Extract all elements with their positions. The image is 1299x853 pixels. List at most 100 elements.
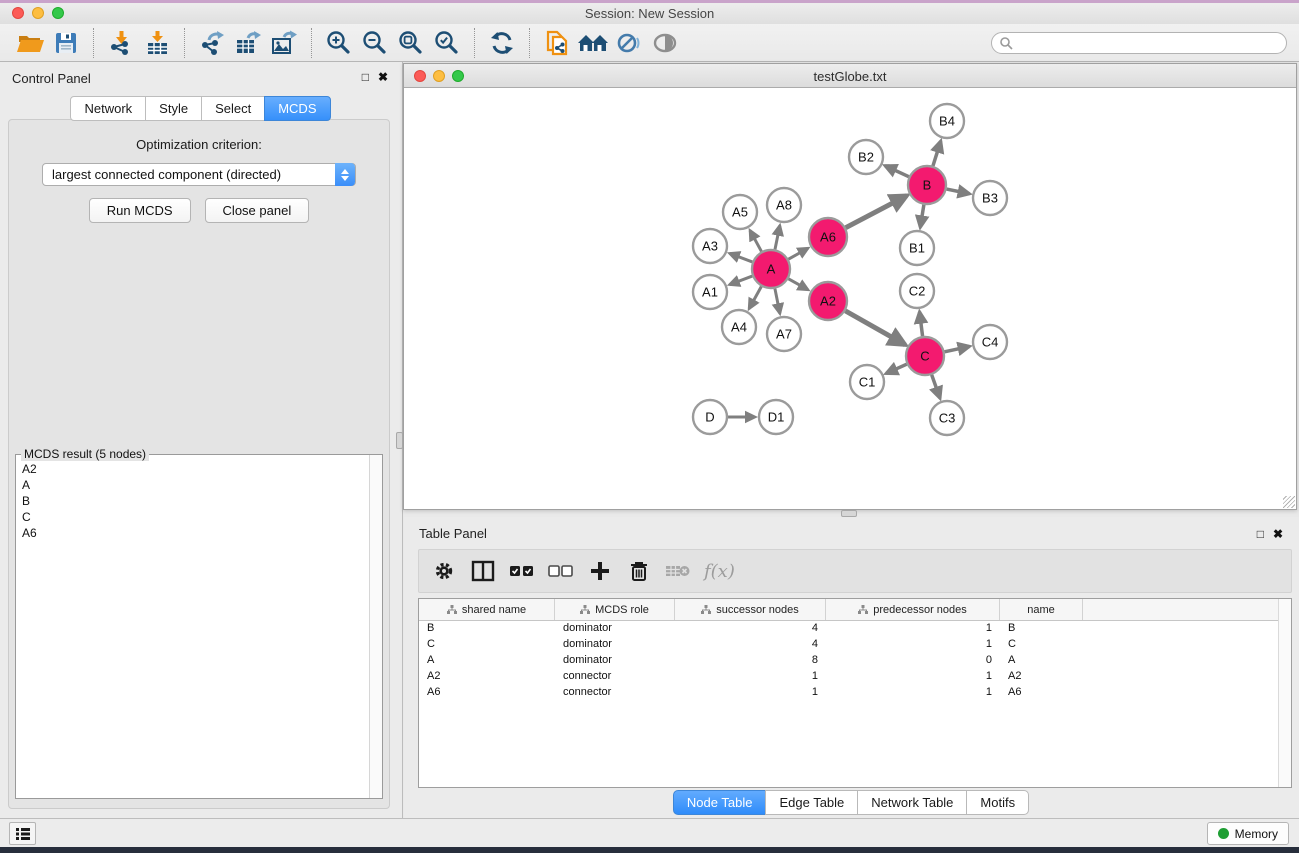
result-item-A6[interactable]: A6 — [17, 525, 368, 541]
result-item-A2[interactable]: A2 — [17, 461, 368, 477]
zoom-in-icon[interactable] — [321, 27, 357, 59]
graph-edge-B-B1[interactable] — [920, 205, 924, 228]
graph-node-A4[interactable]: A4 — [722, 310, 756, 344]
hide-panel-icon[interactable] — [611, 27, 647, 59]
result-item-B[interactable]: B — [17, 493, 368, 509]
split-handle-left[interactable] — [396, 432, 403, 449]
graph-node-B[interactable]: B — [908, 166, 946, 204]
result-scrollbar[interactable] — [369, 455, 382, 798]
graph-edge-A-A2[interactable] — [788, 279, 808, 290]
graph-edge-A6-B[interactable] — [846, 196, 907, 228]
result-item-A[interactable]: A — [17, 477, 368, 493]
graph-node-D1[interactable]: D1 — [759, 400, 793, 434]
task-history-button[interactable] — [9, 822, 36, 845]
graph-edge-C-C2[interactable] — [920, 312, 923, 336]
split-columns-icon[interactable] — [466, 554, 500, 588]
table-row-C[interactable]: Cdominator41C — [419, 637, 1291, 653]
graph-node-A2[interactable]: A2 — [809, 282, 847, 320]
import-network-icon[interactable] — [103, 27, 139, 59]
unchecked-checkboxes-icon[interactable] — [544, 554, 578, 588]
memory-button[interactable]: Memory — [1207, 822, 1289, 845]
home-icon[interactable] — [575, 27, 611, 59]
network-canvas[interactable]: B4B2BB3A8A5A6A3B1AC2A1A2A4A7C4CC1C3DD1 — [404, 88, 1296, 514]
optimization-dropdown[interactable]: largest connected component (directed) — [42, 163, 356, 186]
float-panel-icon[interactable]: □ — [362, 70, 369, 84]
run-mcds-button[interactable]: Run MCDS — [89, 198, 191, 223]
graph-node-A5[interactable]: A5 — [723, 195, 757, 229]
close-panel-button[interactable]: Close panel — [205, 198, 310, 223]
table-row-A2[interactable]: A2connector11A2 — [419, 669, 1291, 685]
checked-checkboxes-icon[interactable] — [505, 554, 539, 588]
graph-edge-C-C3[interactable] — [932, 375, 940, 398]
tab-edge-table[interactable]: Edge Table — [765, 790, 858, 815]
zoom-fit-icon[interactable] — [393, 27, 429, 59]
graph-edge-A-A4[interactable] — [749, 287, 761, 309]
graph-edge-A2-C[interactable] — [845, 311, 905, 345]
tab-motifs[interactable]: Motifs — [966, 790, 1029, 815]
graph-node-A1[interactable]: A1 — [693, 275, 727, 309]
graph-node-A7[interactable]: A7 — [767, 317, 801, 351]
graph-edge-A-A7[interactable] — [775, 289, 780, 314]
network-window-titlebar[interactable]: testGlobe.txt — [404, 64, 1296, 88]
search-input[interactable] — [1018, 36, 1268, 50]
close-table-panel-icon[interactable]: ✖ — [1273, 527, 1283, 541]
graph-edge-C-C4[interactable] — [945, 346, 970, 351]
tab-select[interactable]: Select — [201, 96, 265, 121]
graph-edge-B-B2[interactable] — [885, 166, 909, 177]
graph-node-A6[interactable]: A6 — [809, 218, 847, 256]
graph-edge-C-C1[interactable] — [886, 364, 907, 373]
search-field[interactable] — [991, 32, 1287, 54]
graph-node-A8[interactable]: A8 — [767, 188, 801, 222]
tab-mcds[interactable]: MCDS — [264, 96, 330, 121]
graph-node-A3[interactable]: A3 — [693, 229, 727, 263]
duplicate-network-icon[interactable] — [539, 27, 575, 59]
column-header-name[interactable]: name — [1000, 599, 1083, 620]
gear-icon[interactable] — [427, 554, 461, 588]
graph-edge-A-A6[interactable] — [788, 248, 808, 259]
zoom-out-icon[interactable] — [357, 27, 393, 59]
graph-edge-A-A1[interactable] — [730, 276, 753, 285]
graph-edge-B-B3[interactable] — [947, 189, 970, 194]
tab-node-table[interactable]: Node Table — [673, 790, 767, 815]
graph-node-B3[interactable]: B3 — [973, 181, 1007, 215]
resize-grip[interactable] — [1283, 496, 1295, 508]
add-icon[interactable] — [583, 554, 617, 588]
tab-network-table[interactable]: Network Table — [857, 790, 967, 815]
graph-edge-A-A8[interactable] — [775, 226, 780, 250]
column-header-shared-name[interactable]: shared name — [419, 599, 555, 620]
eye-icon[interactable] — [647, 27, 683, 59]
graph-node-D[interactable]: D — [693, 400, 727, 434]
table-row-A[interactable]: Adominator80A — [419, 653, 1291, 669]
graph-node-C2[interactable]: C2 — [900, 274, 934, 308]
open-folder-icon[interactable] — [12, 27, 48, 59]
tab-style[interactable]: Style — [145, 96, 202, 121]
export-network-icon[interactable] — [194, 27, 230, 59]
trash-icon[interactable] — [622, 554, 656, 588]
column-header-MCDS-role[interactable]: MCDS role — [555, 599, 675, 620]
graph-node-B1[interactable]: B1 — [900, 231, 934, 265]
column-header-successor-nodes[interactable]: successor nodes — [675, 599, 826, 620]
import-table-icon[interactable] — [139, 27, 175, 59]
graph-node-B4[interactable]: B4 — [930, 104, 964, 138]
column-header-predecessor-nodes[interactable]: predecessor nodes — [826, 599, 1000, 620]
zoom-selected-icon[interactable] — [429, 27, 465, 59]
graph-node-C1[interactable]: C1 — [850, 365, 884, 399]
tab-network[interactable]: Network — [70, 96, 146, 121]
table-scrollbar[interactable] — [1278, 599, 1291, 787]
graph-node-C3[interactable]: C3 — [930, 401, 964, 435]
table-row-A6[interactable]: A6connector11A6 — [419, 685, 1291, 701]
float-table-panel-icon[interactable]: □ — [1257, 527, 1264, 541]
refresh-icon[interactable] — [484, 27, 520, 59]
export-image-icon[interactable] — [266, 27, 302, 59]
result-item-C[interactable]: C — [17, 509, 368, 525]
graph-node-B2[interactable]: B2 — [849, 140, 883, 174]
graph-node-C4[interactable]: C4 — [973, 325, 1007, 359]
save-icon[interactable] — [48, 27, 84, 59]
graph-edge-B-B4[interactable] — [933, 141, 941, 166]
graph-edge-A-A3[interactable] — [730, 253, 753, 262]
graph-node-C[interactable]: C — [906, 337, 944, 375]
close-panel-icon[interactable]: ✖ — [378, 70, 388, 84]
export-table-icon[interactable] — [230, 27, 266, 59]
graph-edge-A-A5[interactable] — [750, 230, 761, 251]
split-handle-bottom[interactable] — [841, 510, 857, 517]
